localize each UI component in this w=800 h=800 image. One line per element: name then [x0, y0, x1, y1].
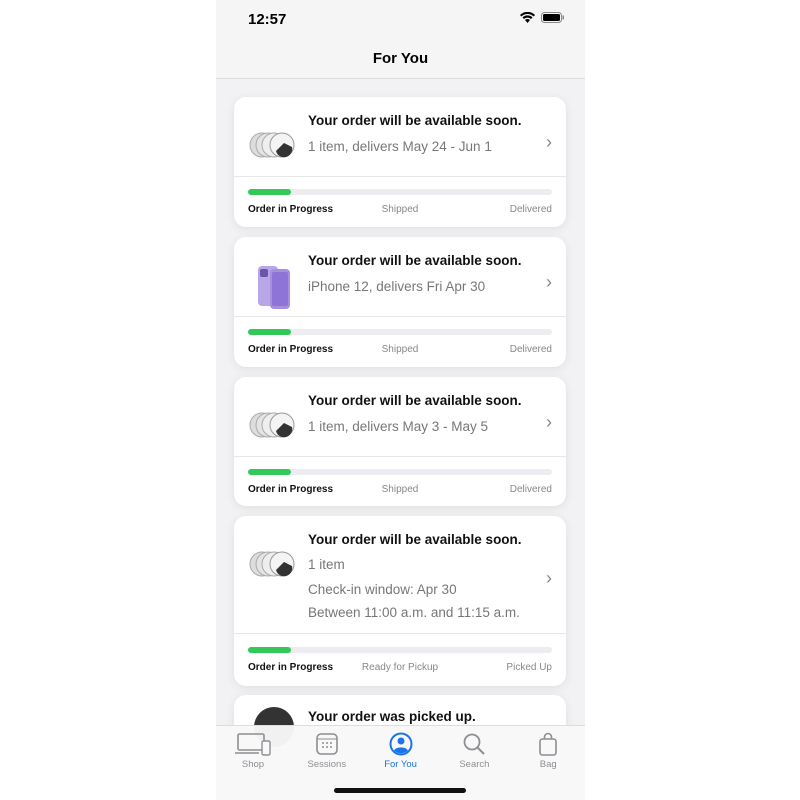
home-indicator[interactable]: [334, 788, 466, 793]
wifi-icon: [520, 12, 535, 23]
iphone-icon: [248, 265, 300, 309]
progress-bar: [248, 189, 552, 195]
order-card[interactable]: Your order will be available soon. 1 item…: [234, 377, 566, 506]
progress-fill: [248, 647, 291, 653]
progress-fill: [248, 189, 291, 195]
order-title: Your order will be available soon.: [308, 393, 522, 408]
progress-bar: [248, 647, 552, 653]
order-detail: iPhone 12, delivers Fri Apr 30: [308, 279, 486, 294]
order-card[interactable]: Your order will be available soon. 1 item…: [234, 516, 566, 686]
progress-step-label: Delivered: [509, 484, 552, 495]
airtag-icon: [248, 544, 300, 584]
search-icon: [437, 732, 511, 756]
bag-icon: [511, 732, 585, 756]
tab-label: Shop: [241, 759, 265, 770]
progress-step-label: Delivered: [509, 204, 552, 215]
chevron-right-icon[interactable]: ›: [546, 272, 552, 293]
tab-search[interactable]: Search: [437, 732, 511, 770]
divider: [234, 316, 566, 317]
order-card[interactable]: Your order will be available soon. iPhone…: [234, 237, 566, 367]
phone-screen: 12:57 For You Your order will be availab…: [216, 0, 585, 800]
order-title: Your order was picked up.: [308, 709, 476, 724]
tab-label: Search: [459, 759, 490, 770]
tab-label: For You: [384, 759, 417, 770]
status-bar: 12:57: [216, 0, 585, 40]
tab-for-you[interactable]: For You: [364, 732, 438, 770]
tab-bag[interactable]: Bag: [511, 732, 585, 770]
order-detail: 1 item, delivers May 24 - Jun 1: [308, 139, 492, 154]
tab-shop[interactable]: Shop: [216, 732, 290, 770]
devices-icon: [216, 732, 290, 756]
progress-step-label: Delivered: [509, 344, 552, 355]
battery-icon: [541, 12, 564, 23]
order-detail: Between 11:00 a.m. and 11:15 a.m.: [308, 604, 520, 620]
divider: [234, 176, 566, 177]
order-detail: 1 item: [308, 557, 345, 572]
divider: [234, 456, 566, 457]
progress-fill: [248, 329, 291, 335]
airtag-icon: [248, 125, 300, 165]
order-detail: 1 item, delivers May 3 - May 5: [308, 419, 489, 434]
chevron-right-icon[interactable]: ›: [546, 412, 552, 433]
chevron-right-icon[interactable]: ›: [546, 132, 552, 153]
order-title: Your order will be available soon.: [308, 113, 522, 128]
progress-step-label: Picked Up: [506, 662, 552, 673]
order-card[interactable]: Your order will be available soon. 1 item…: [234, 97, 566, 227]
airtag-icon: [248, 405, 300, 445]
progress-bar: [248, 329, 552, 335]
divider: [234, 633, 566, 634]
status-time: 12:57: [248, 11, 287, 28]
person-circle-icon: [364, 732, 438, 756]
tab-label: Sessions: [307, 759, 347, 770]
progress-fill: [248, 469, 291, 475]
page-title: For You: [372, 50, 429, 67]
tab-label: Bag: [539, 759, 557, 770]
chevron-right-icon[interactable]: ›: [546, 568, 552, 589]
order-title: Your order will be available soon.: [308, 532, 522, 547]
order-detail: Check-in window: Apr 30: [308, 582, 457, 597]
calendar-icon: [290, 732, 364, 756]
tab-sessions[interactable]: Sessions: [290, 732, 364, 770]
nav-bar: For You: [216, 40, 585, 79]
order-title: Your order will be available soon.: [308, 253, 522, 268]
progress-bar: [248, 469, 552, 475]
